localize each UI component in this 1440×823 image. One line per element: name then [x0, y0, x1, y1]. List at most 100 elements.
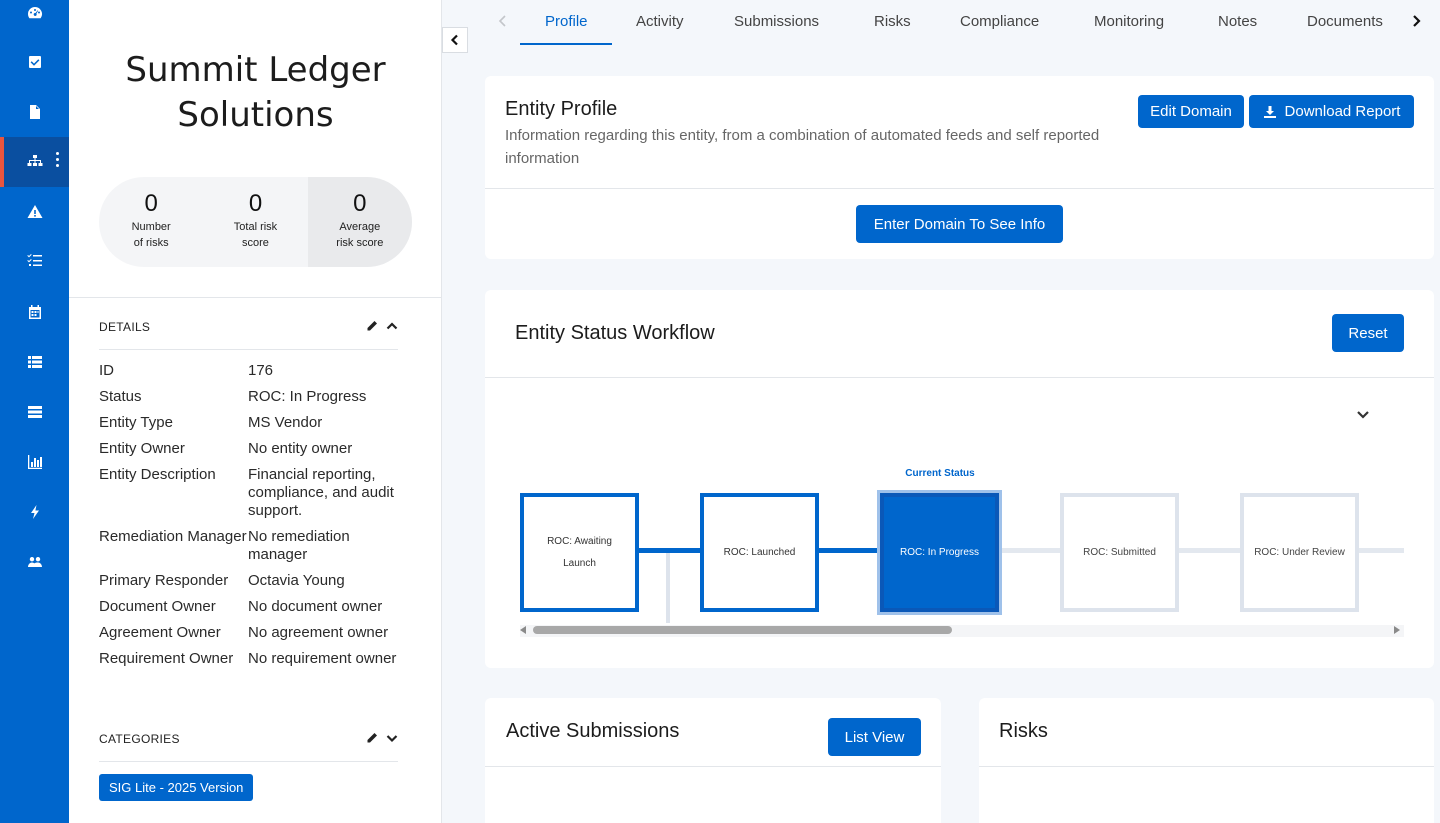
categories-section-header: CATEGORIES — [99, 732, 398, 762]
detail-value: Octavia Young — [248, 572, 345, 589]
detail-row-primary-responder: Primary Responder Octavia Young — [99, 572, 409, 590]
detail-value: 176 — [248, 362, 274, 379]
tabs-scroll-left-icon[interactable] — [498, 14, 508, 28]
edit-details-pencil-icon[interactable] — [366, 320, 378, 332]
tab-profile[interactable]: Profile — [545, 13, 588, 30]
detail-value: No agreement owner — [248, 624, 389, 641]
active-submissions-title: Active Submissions — [506, 720, 680, 742]
risks-title: Risks — [999, 720, 1048, 742]
workflow-step-awaiting-launch[interactable]: ROC: Awaiting Launch — [520, 493, 639, 612]
detail-value: No remediation manager — [248, 528, 350, 563]
users-icon — [27, 557, 42, 567]
download-report-button[interactable]: Download Report — [1249, 95, 1414, 128]
calendar-icon — [28, 305, 41, 319]
stat-label: Average risk score — [336, 221, 384, 249]
stat-label: Total risk score — [233, 221, 278, 249]
collapse-panel-button[interactable] — [442, 27, 468, 53]
detail-row-agreement-owner: Agreement Owner No agreement owner — [99, 624, 409, 642]
detail-row-remediation-manager: Remediation Manager No remediation manage… — [99, 528, 409, 564]
tabs-scroll-right-icon[interactable] — [1411, 14, 1421, 28]
workflow-step-label: ROC: In Progress — [900, 546, 979, 558]
expand-categories-chevron-down-icon[interactable] — [386, 732, 398, 744]
workflow-step-label: ROC: Under Review — [1254, 546, 1345, 558]
workflow-connector — [1359, 548, 1404, 553]
detail-row-requirement-owner: Requirement Owner No requirement owner — [99, 650, 409, 668]
categories-heading: CATEGORIES — [99, 732, 180, 746]
more-options-icon[interactable] — [56, 152, 59, 167]
rail-item-documents[interactable] — [0, 87, 69, 137]
workflow-scrollbar[interactable] — [520, 625, 1404, 637]
tab-documents[interactable]: Documents — [1307, 13, 1383, 30]
details-list: ID 176 Status ROC: In Progress Entity Type… — [99, 362, 409, 676]
rail-item-assets[interactable] — [0, 387, 69, 437]
icon-rail — [0, 0, 69, 823]
category-chip[interactable]: SIG Lite - 2025 Version — [99, 774, 254, 801]
detail-row-id: ID 176 — [99, 362, 409, 380]
rail-item-calendar[interactable] — [0, 287, 69, 337]
workflow-step-launched[interactable]: ROC: Launched — [700, 493, 819, 612]
detail-key: Entity Type — [99, 414, 173, 431]
edit-categories-pencil-icon[interactable] — [366, 732, 378, 744]
download-icon — [1263, 105, 1276, 118]
stat-label: Number of risks — [131, 221, 171, 249]
enter-domain-button[interactable]: Enter Domain To See Info — [856, 205, 1063, 243]
detail-key: Requirement Owner — [99, 650, 234, 667]
detail-key: Primary Responder — [99, 572, 229, 589]
edit-domain-button[interactable]: Edit Domain — [1138, 95, 1244, 128]
workflow-branch-connector — [666, 553, 670, 623]
workflow-step-label: ROC: Launched — [723, 546, 796, 558]
detail-value: MS Vendor — [248, 414, 323, 431]
workflow-title: Entity Status Workflow — [515, 322, 715, 344]
stat-value: 0 — [144, 190, 158, 217]
collapse-details-chevron-up-icon[interactable] — [386, 320, 398, 332]
server-icon — [27, 406, 42, 418]
detail-row-entity-description: Entity Description Financial reporting, c… — [99, 466, 409, 520]
list-view-button[interactable]: List View — [828, 718, 921, 756]
detail-value: No requirement owner — [248, 650, 397, 667]
entity-profile-title: Entity Profile — [505, 98, 618, 120]
rail-item-dashboard[interactable] — [0, 0, 69, 38]
document-icon — [29, 105, 40, 119]
scrollbar-thumb[interactable] — [533, 626, 952, 634]
workflow-expand-chevron-down-icon[interactable] — [1356, 409, 1370, 421]
workflow-connector — [819, 548, 880, 553]
rail-item-entities[interactable] — [0, 137, 69, 187]
tab-notes[interactable]: Notes — [1218, 13, 1257, 30]
detail-value: Financial reporting, compliance, and aud… — [248, 466, 394, 519]
tab-compliance[interactable]: Compliance — [960, 13, 1039, 30]
tab-activity[interactable]: Activity — [636, 13, 684, 30]
enter-domain-label: Enter Domain To See Info — [873, 215, 1046, 233]
reset-label: Reset — [1348, 324, 1388, 342]
rail-item-automations[interactable] — [0, 487, 69, 537]
scroll-right-arrow-icon[interactable] — [1394, 626, 1400, 634]
detail-key: Remediation Manager — [99, 528, 247, 545]
reset-button[interactable]: Reset — [1332, 314, 1404, 352]
tab-submissions[interactable]: Submissions — [734, 13, 819, 30]
workflow-diagram: ROC: Awaiting Launch ROC: Launched ROC: … — [520, 493, 1404, 623]
risks-card: Risks — [979, 698, 1434, 823]
bolt-icon — [30, 505, 39, 519]
list-view-label: List View — [844, 728, 905, 746]
rail-item-checklist[interactable] — [0, 235, 69, 285]
detail-key: Entity Description — [99, 466, 216, 483]
workflow-step-under-review[interactable]: ROC: Under Review — [1240, 493, 1359, 612]
rail-item-reports[interactable] — [0, 437, 69, 487]
rail-item-risks[interactable] — [0, 187, 69, 237]
details-heading: DETAILS — [99, 320, 151, 334]
card-divider — [485, 766, 941, 767]
tab-risks[interactable]: Risks — [874, 13, 911, 30]
workflow-connector — [1179, 548, 1240, 553]
workflow-step-in-progress[interactable]: ROC: In Progress — [880, 493, 999, 612]
download-report-label: Download Report — [1284, 103, 1401, 120]
tab-monitoring[interactable]: Monitoring — [1094, 13, 1164, 30]
workflow-step-label: ROC: Submitted — [1083, 546, 1156, 558]
rail-item-tasks[interactable] — [0, 37, 69, 87]
detail-key: Document Owner — [99, 598, 216, 615]
current-status-label: Current Status — [905, 468, 975, 479]
stat-average-risk-score: 0 Average risk score — [307, 177, 412, 267]
card-divider — [979, 766, 1434, 767]
scroll-left-arrow-icon[interactable] — [520, 626, 526, 634]
workflow-step-submitted[interactable]: ROC: Submitted — [1060, 493, 1179, 612]
rail-item-list[interactable] — [0, 337, 69, 387]
rail-item-users[interactable] — [0, 537, 69, 587]
